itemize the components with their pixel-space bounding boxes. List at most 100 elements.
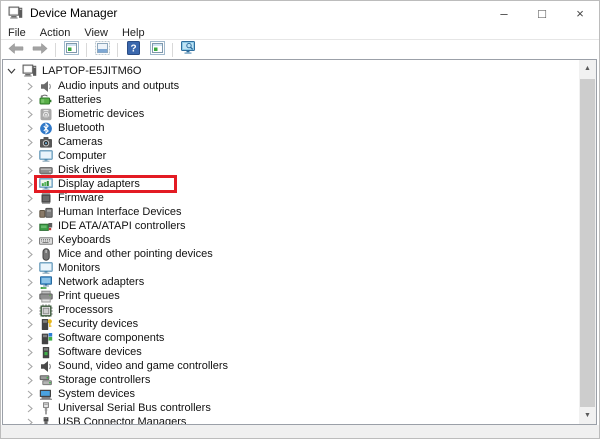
- tree-item-computer[interactable]: Computer: [3, 149, 579, 163]
- menu-file[interactable]: File: [8, 27, 26, 39]
- chevron-right-icon[interactable]: [25, 278, 34, 287]
- chevron-right-icon[interactable]: [25, 138, 34, 147]
- show-console-tree-button[interactable]: [60, 42, 82, 59]
- tree-item-software-devices[interactable]: Software devices: [3, 345, 579, 359]
- tree-item-label: Firmware: [58, 192, 104, 204]
- close-button[interactable]: ×: [561, 0, 599, 26]
- tree-item-label: Audio inputs and outputs: [58, 80, 179, 92]
- chevron-right-icon[interactable]: [25, 320, 34, 329]
- tree-item-software-components[interactable]: Software components: [3, 331, 579, 345]
- tree-item-storage-controllers[interactable]: Storage controllers: [3, 373, 579, 387]
- toolbar-separator: [172, 43, 173, 57]
- toolbar-separator: [55, 43, 56, 57]
- chevron-right-icon[interactable]: [25, 376, 34, 385]
- chevron-right-icon[interactable]: [25, 362, 34, 371]
- tree-item-label: Computer: [58, 150, 106, 162]
- computer-icon: [21, 64, 37, 77]
- scrollbar-thumb[interactable]: [580, 79, 595, 407]
- fingerprint-icon: [38, 108, 53, 121]
- tree-item-audio-inputs-and-outputs[interactable]: Audio inputs and outputs: [3, 79, 579, 93]
- chevron-right-icon[interactable]: [25, 334, 34, 343]
- tree-item-mice-and-other-pointing-devices[interactable]: Mice and other pointing devices: [3, 247, 579, 261]
- menu-action[interactable]: Action: [40, 27, 71, 39]
- chevron-right-icon[interactable]: [25, 306, 34, 315]
- tree-item-label: Storage controllers: [58, 374, 150, 386]
- security-icon: [38, 318, 53, 331]
- chevron-right-icon[interactable]: [25, 152, 34, 161]
- chevron-right-icon[interactable]: [25, 180, 34, 189]
- vertical-scrollbar[interactable]: ▲ ▼: [579, 60, 596, 424]
- tree-item-label: Sound, video and game controllers: [58, 360, 228, 372]
- chevron-right-icon[interactable]: [25, 250, 34, 259]
- tree-item-system-devices[interactable]: System devices: [3, 387, 579, 401]
- usb-icon: [38, 402, 53, 415]
- tree-item-universal-serial-bus-controllers[interactable]: Universal Serial Bus controllers: [3, 401, 579, 415]
- network-icon: [38, 276, 53, 289]
- tree-item-ide-ata-atapi-controllers[interactable]: IDE ATA/ATAPI controllers: [3, 219, 579, 233]
- tree-item-bluetooth[interactable]: Bluetooth: [3, 121, 579, 135]
- chevron-right-icon[interactable]: [25, 292, 34, 301]
- tree-item-disk-drives[interactable]: Disk drives: [3, 163, 579, 177]
- tree-item-sound-video-and-game-controllers[interactable]: Sound, video and game controllers: [3, 359, 579, 373]
- scan-for-hardware-changes-button[interactable]: [177, 42, 199, 59]
- toolbar-separator: [117, 43, 118, 57]
- tree-item-label: Bluetooth: [58, 122, 104, 134]
- tree-content: LAPTOP-E5JITM6OAudio inputs and outputsB…: [3, 62, 579, 425]
- usb-connector-icon: [38, 416, 53, 426]
- hdd-icon: [38, 164, 53, 177]
- help-button[interactable]: ?: [122, 42, 144, 59]
- menu-view[interactable]: View: [84, 27, 108, 39]
- tree-item-label: System devices: [58, 388, 135, 400]
- system-icon: [38, 388, 53, 401]
- tree-item-cameras[interactable]: Cameras: [3, 135, 579, 149]
- help-topics-button[interactable]: [146, 42, 168, 59]
- tree-item-biometric-devices[interactable]: Biometric devices: [3, 107, 579, 121]
- chevron-right-icon[interactable]: [25, 390, 34, 399]
- arrow-left-icon: [8, 41, 24, 59]
- tree-item-label: Software components: [58, 332, 164, 344]
- tree-item-print-queues[interactable]: Print queues: [3, 289, 579, 303]
- forward-button: [29, 42, 51, 59]
- chevron-down-icon[interactable]: [7, 68, 16, 74]
- software-component-icon: [38, 332, 53, 345]
- tree-item-label: Monitors: [58, 262, 100, 274]
- window-bottom-edge: [0, 425, 600, 439]
- chevron-right-icon[interactable]: [25, 96, 34, 105]
- tree-item-monitors[interactable]: Monitors: [3, 261, 579, 275]
- scan-icon: [180, 41, 196, 60]
- console-window-icon: [150, 41, 165, 60]
- tree-item-processors[interactable]: Processors: [3, 303, 579, 317]
- chevron-right-icon[interactable]: [25, 418, 34, 426]
- hid-icon: [38, 206, 53, 219]
- tree-item-keyboards[interactable]: Keyboards: [3, 233, 579, 247]
- menu-help[interactable]: Help: [122, 27, 145, 39]
- maximize-button[interactable]: □: [523, 0, 561, 26]
- processor-icon: [38, 304, 53, 317]
- scroll-up-button[interactable]: ▲: [579, 60, 596, 77]
- tree-item-firmware[interactable]: Firmware: [3, 191, 579, 205]
- tree-item-label: Network adapters: [58, 276, 144, 288]
- window-title: Device Manager: [30, 6, 117, 20]
- tree-item-usb-connector-managers[interactable]: USB Connector Managers: [3, 415, 579, 425]
- tree-item-human-interface-devices[interactable]: Human Interface Devices: [3, 205, 579, 219]
- ide-icon: [38, 220, 53, 233]
- chevron-right-icon[interactable]: [25, 208, 34, 217]
- chevron-right-icon[interactable]: [25, 222, 34, 231]
- minimize-button[interactable]: –: [485, 0, 523, 26]
- tree-root[interactable]: LAPTOP-E5JITM6O: [3, 62, 579, 79]
- chevron-right-icon[interactable]: [25, 348, 34, 357]
- scroll-down-button[interactable]: ▼: [579, 407, 596, 424]
- tree-item-network-adapters[interactable]: Network adapters: [3, 275, 579, 289]
- chevron-right-icon[interactable]: [25, 124, 34, 133]
- tree-item-batteries[interactable]: Batteries: [3, 93, 579, 107]
- chevron-right-icon[interactable]: [25, 194, 34, 203]
- chevron-right-icon[interactable]: [25, 264, 34, 273]
- tree-item-security-devices[interactable]: Security devices: [3, 317, 579, 331]
- tree-item-display-adapters[interactable]: Display adapters: [3, 177, 579, 191]
- chevron-right-icon[interactable]: [25, 82, 34, 91]
- chevron-right-icon[interactable]: [25, 110, 34, 119]
- chevron-right-icon[interactable]: [25, 404, 34, 413]
- properties-button[interactable]: [91, 42, 113, 59]
- chevron-right-icon[interactable]: [25, 236, 34, 245]
- chevron-right-icon[interactable]: [25, 166, 34, 175]
